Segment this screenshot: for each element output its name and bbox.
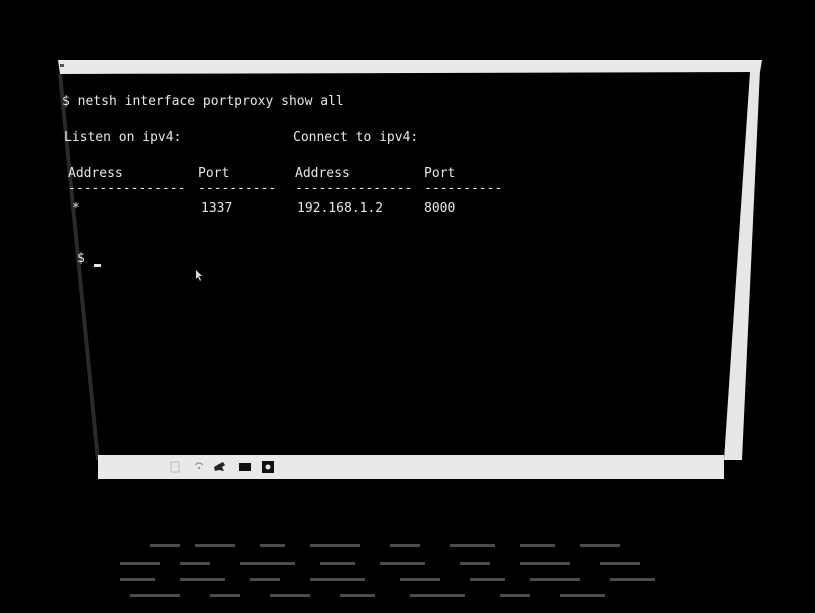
row-connect-port: 8000	[424, 201, 456, 216]
row-connect-address: 192.168.1.2	[297, 201, 384, 216]
folder-icon[interactable]	[238, 462, 252, 472]
settings-icon[interactable]	[261, 460, 275, 474]
photo-scene: $ netsh interface portproxy show all Lis…	[0, 0, 815, 613]
text-cursor	[94, 264, 101, 267]
separator-listen-port: ----------	[198, 181, 277, 196]
row-listen-address: *	[72, 201, 80, 216]
row-listen-port: 1337	[201, 201, 233, 216]
window-icon[interactable]	[170, 461, 180, 473]
bird-icon[interactable]	[213, 461, 227, 473]
command-line: $ netsh interface portproxy show all	[62, 94, 344, 109]
column-header-connect-address: Address	[295, 166, 350, 181]
column-header-listen-address: Address	[68, 166, 123, 181]
shell-prompt: $	[77, 251, 85, 266]
separator-connect-address: ---------------	[295, 181, 413, 196]
taskbar	[98, 455, 724, 479]
mouse-pointer-icon	[196, 270, 202, 281]
keyboard	[110, 540, 710, 610]
column-header-listen-port: Port	[198, 166, 230, 181]
separator-listen-address: ---------------	[68, 181, 186, 196]
separator-connect-port: ----------	[424, 181, 503, 196]
terminal-window[interactable]: $ netsh interface portproxy show all Lis…	[60, 70, 750, 455]
wifi-icon[interactable]	[194, 461, 204, 471]
listen-header: Listen on ipv4:	[64, 130, 182, 145]
connect-header: Connect to ipv4:	[293, 130, 419, 145]
column-header-connect-port: Port	[424, 166, 456, 181]
